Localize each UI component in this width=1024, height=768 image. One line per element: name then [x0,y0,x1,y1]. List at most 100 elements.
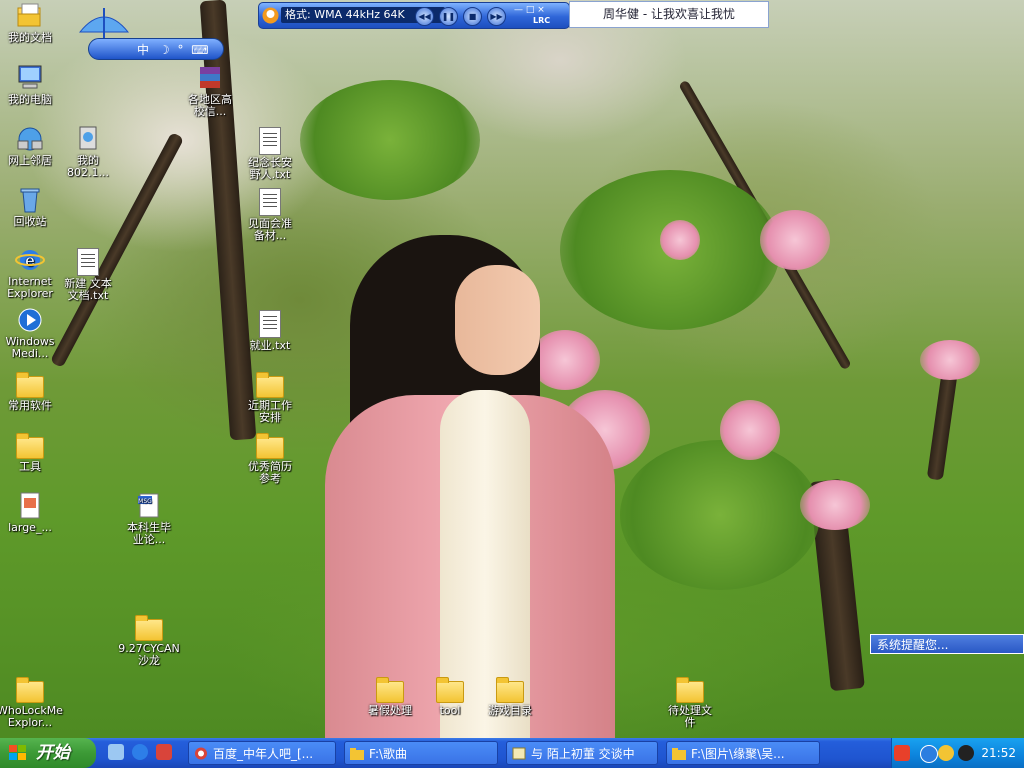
text-file-icon [259,127,281,155]
start-button[interactable]: 开始 [0,738,96,768]
text-file-icon [259,188,281,216]
folder-icon [16,433,44,459]
folder-icon [16,677,44,703]
icon-label: 待处理文 件 [668,704,712,729]
media-player-icon [18,308,42,332]
pause-button[interactable]: ❚❚ [439,7,458,26]
desktop-icon-tools[interactable]: 工具 [0,431,70,473]
tray-expand-icon[interactable] [920,745,938,763]
icon-label: 本科生毕 业论... [127,521,171,546]
desktop-icon-802[interactable]: 我的 802.1... [48,125,128,179]
minimize-icon[interactable]: — [514,5,523,15]
folder-icon [436,677,464,703]
desktop-icon-wholockme[interactable]: WhoLockMe Explor... [0,675,70,729]
app-quick-icon[interactable] [156,744,172,760]
icon-label: 就业.txt [249,339,291,352]
stop-button[interactable]: ■ [463,7,482,26]
show-desktop-icon[interactable] [108,744,124,760]
task-label: 与 陌上初董 交谈中 [531,747,635,761]
lrc-label: LRC [533,16,551,25]
desktop-icon-my-documents[interactable]: 我的文档 [0,2,70,44]
desktop-icon-cycan[interactable]: 9.27CYCAN 沙龙 [109,613,189,667]
ie-quick-icon[interactable] [132,744,148,760]
folder-icon [135,615,163,641]
image-file-icon [20,492,40,519]
desktop-icon-new-text[interactable]: 新建 文本 文档.txt [48,246,128,302]
system-notification[interactable]: 系统提醒您... [870,634,1024,654]
folder-icon [676,677,704,703]
task-button-pictures[interactable]: F:\图片\缘聚\吴... [666,741,820,765]
foliage [620,440,820,590]
desktop-icon-my-computer[interactable]: 我的电脑 [0,64,70,106]
desktop-icon-games[interactable]: 游戏目录 [470,675,550,717]
recycle-bin-icon [20,188,40,213]
icon-label: 9.27CYCAN 沙龙 [118,642,180,667]
blossom [660,220,700,260]
folder-icon [256,372,284,398]
icon-label: 回收站 [13,215,47,228]
song-title: 周华健 - 让我欢喜让我忧 [569,1,769,28]
icon-label: large_... [8,521,52,534]
task-button-songs[interactable]: F:\歌曲 [344,741,498,765]
task-label: 百度_中年人吧_[... [213,747,314,761]
icon-label: Windows Medi... [5,335,55,360]
task-label: F:\歌曲 [369,747,408,761]
ie-icon [195,747,207,760]
network-icon [17,127,43,151]
icon-label: 各地区高 校信... [188,93,232,118]
desktop-icon-pending[interactable]: 待处理文 件 [650,675,730,729]
ime-mode[interactable]: 中 [137,43,149,57]
desktop-icon-large[interactable]: large_... [0,492,70,534]
tray-app-icon[interactable] [894,745,910,761]
icon-label: 近期工作 安排 [248,399,292,424]
taskbar: 开始 百度_中年人吧_[... F:\歌曲 与 陌上初董 交谈中 F:\图片\缘… [0,738,1024,768]
qq-penguin-icon[interactable] [958,745,974,761]
task-button-chat[interactable]: 与 陌上初董 交谈中 [506,741,658,765]
restore-icon[interactable]: □ [526,5,535,15]
desktop-icon-undergrad[interactable]: MSG 本科生毕 业论... [109,492,189,546]
desktop-icon-employment[interactable]: 就业.txt [230,308,310,352]
blossom [720,400,780,460]
desktop-icon-resume[interactable]: 优秀简历 参考 [230,431,310,485]
media-player-bar[interactable]: 格式: WMA 44kHz 64K ◀◀ ❚❚ ■ ▶▶ — □ × LRC [258,2,570,29]
close-icon[interactable]: × [537,5,545,15]
desktop-icon-regional[interactable]: 各地区高 校信... [170,64,250,118]
folder-icon [672,748,686,760]
next-button[interactable]: ▶▶ [487,7,506,26]
blossom [760,210,830,270]
msg-file-icon: MSG [138,493,159,518]
desktop-icon-memorial[interactable]: 纪念长安 野人.txt [230,125,310,181]
desktop-icon-recent-work[interactable]: 近期工作 安排 [230,370,310,424]
folder-icon [496,677,524,703]
previous-button[interactable]: ◀◀ [415,7,434,26]
icon-label: WhoLockMe Explor... [0,704,63,729]
desktop-icon-common-software[interactable]: 常用软件 [0,370,70,412]
documents-icon [17,3,41,27]
person-face [455,265,540,375]
desktop-icon-windows-media[interactable]: Windows Medi... [0,306,70,360]
icon-label: 我的文档 [8,31,52,44]
svg-text:e: e [25,251,34,270]
ime-toolbar[interactable]: 中 ☽ ° ⌨ [88,38,224,60]
folder-icon [256,433,284,459]
task-button-baidu[interactable]: 百度_中年人吧_[... [188,741,336,765]
folder-icon [376,677,404,703]
clock: 21:52 [981,746,1016,760]
desktop-icon-interview[interactable]: 见面会准 备材... [230,186,310,242]
icon-label: 我的 802.1... [67,154,109,179]
keyboard-icon[interactable]: ⌨ [191,43,208,57]
text-file-icon [77,248,99,276]
foliage [300,80,480,200]
tray-smiley-icon[interactable] [938,745,954,761]
icon-label: 工具 [19,460,41,473]
icon-label: 常用软件 [8,399,52,412]
icon-label: 我的电脑 [8,93,52,106]
network-connection-icon [79,126,97,150]
player-logo-icon [262,7,279,24]
ie-icon: e [15,250,45,270]
quick-launch [104,744,180,762]
moon-icon[interactable]: ☽ [159,43,170,57]
punctuation-icon[interactable]: ° [177,43,183,57]
text-file-icon [259,310,281,338]
desktop-icon-recycle-bin[interactable]: 回收站 [0,186,70,228]
